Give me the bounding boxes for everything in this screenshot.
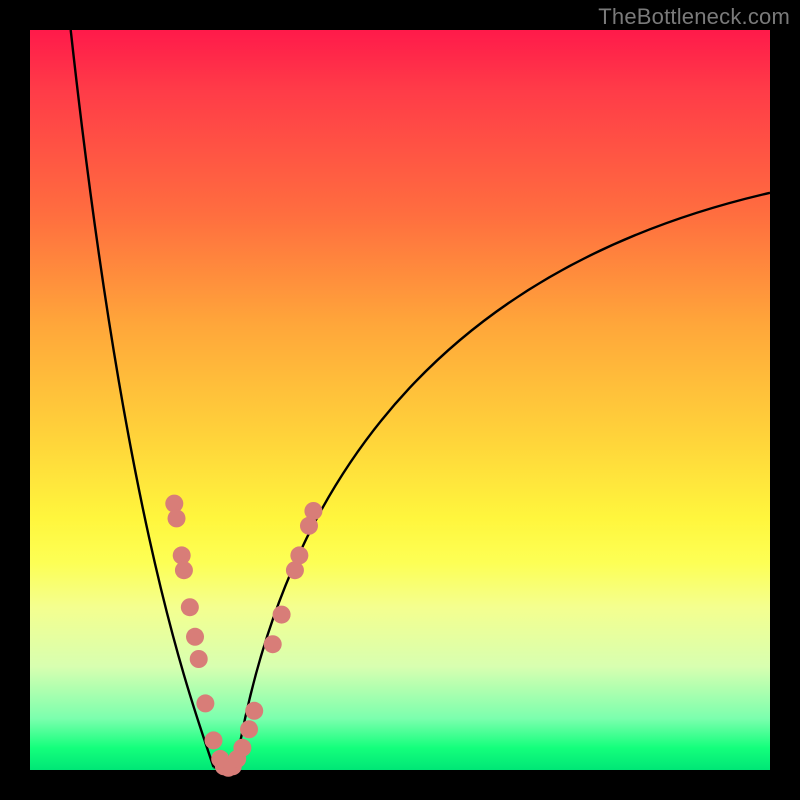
marker-left — [175, 561, 193, 579]
marker-right — [264, 635, 282, 653]
bottleneck-curve — [236, 193, 770, 767]
marker-left — [181, 598, 199, 616]
marker-right — [304, 502, 322, 520]
marker-right — [273, 606, 291, 624]
marker-right — [245, 702, 263, 720]
marker-right — [233, 739, 251, 757]
watermark-text: TheBottleneck.com — [598, 4, 790, 30]
marker-right — [290, 546, 308, 564]
marker-left — [190, 650, 208, 668]
marker-left — [196, 694, 214, 712]
curve-layer — [0, 0, 800, 800]
marker-left — [168, 509, 186, 527]
marker-left — [205, 731, 223, 749]
marker-right — [240, 720, 258, 738]
marker-left — [186, 628, 204, 646]
